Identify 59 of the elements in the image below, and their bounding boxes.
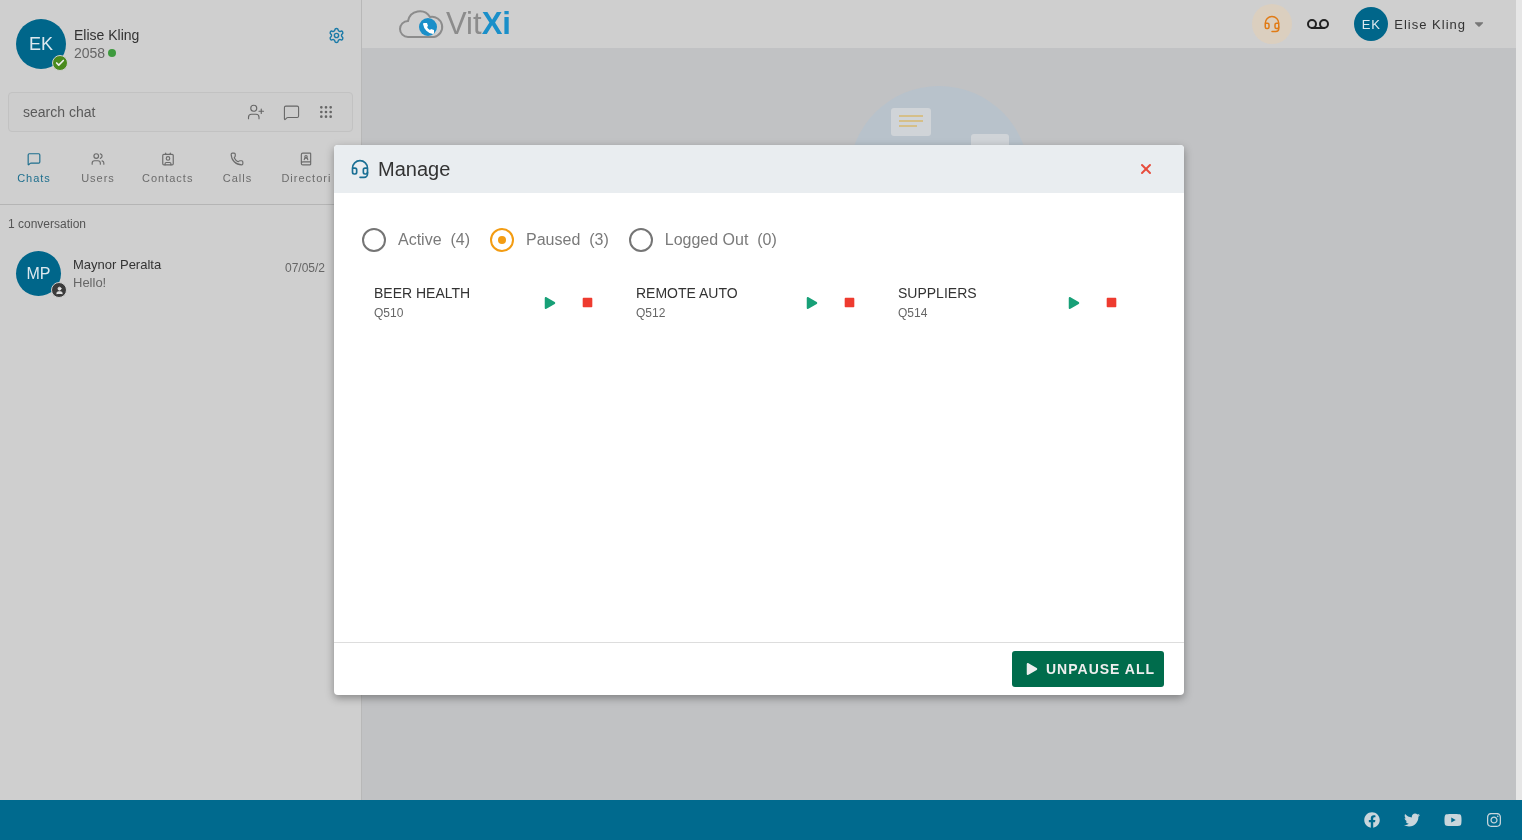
contact-avatar: MP [16, 251, 61, 296]
address-book-icon [299, 152, 314, 166]
nav-tab[interactable]: Users [64, 152, 128, 184]
settings-button[interactable] [328, 27, 345, 44]
contact-card-icon [160, 152, 175, 166]
chat-icon [27, 152, 41, 166]
message-preview: Hello! [73, 275, 108, 290]
dialpad-button[interactable] [318, 104, 334, 120]
headset-icon [350, 159, 370, 179]
user-avatar: EK [16, 19, 66, 69]
nav-tab[interactable]: Chats [0, 152, 64, 184]
user-name: Elise Kling [1394, 16, 1466, 32]
cloud-phone-logo-icon [398, 7, 444, 41]
contact-name: Maynor Peralta [73, 257, 163, 272]
youtube-icon[interactable] [1444, 811, 1462, 829]
user-extension: 2058 [74, 45, 106, 61]
stop-button[interactable] [844, 297, 855, 308]
nav-tab[interactable]: Calls [203, 152, 268, 184]
stop-button[interactable] [1106, 297, 1117, 308]
unpause-all-button[interactable]: UNPAUSE ALL [1012, 651, 1164, 687]
radio-button[interactable] [628, 228, 653, 252]
conversation-item[interactable]: MP Maynor Peralta Hello! 07/05/2 [0, 243, 361, 304]
headset-icon [1263, 15, 1282, 33]
users-icon [91, 152, 105, 166]
new-chat-button[interactable] [283, 103, 300, 121]
user-menu[interactable]: EK Elise Kling [1354, 7, 1486, 41]
play-icon [1026, 663, 1038, 675]
logo-text: VitXi [446, 6, 511, 42]
filter-label: Active (4) [398, 231, 471, 249]
nav-tab[interactable]: Contacts [128, 152, 204, 184]
facebook-icon[interactable] [1364, 812, 1380, 828]
resume-button[interactable] [806, 296, 818, 309]
resume-button[interactable] [544, 296, 556, 309]
radio-button[interactable] [362, 228, 386, 252]
message-date: 07/05/2 [284, 261, 325, 275]
dialog-title: Manage [378, 157, 452, 181]
queue-name: REMOTE AUTO [636, 285, 739, 301]
user-name: Elise Kling [74, 27, 141, 43]
filter-label: Paused (3) [526, 231, 609, 249]
resume-button[interactable] [1068, 296, 1080, 309]
filter-label: Logged Out (0) [664, 231, 777, 249]
phone-icon [230, 152, 245, 166]
search-bar[interactable]: search chat [8, 92, 353, 132]
conversation-count: 1 conversation [7, 216, 88, 233]
user-avatar: EK [1354, 7, 1389, 41]
nav-tab[interactable]: Directori [267, 152, 342, 184]
queue-code: Q514 [898, 306, 929, 320]
instagram-icon[interactable] [1486, 812, 1502, 828]
close-button[interactable] [1138, 161, 1154, 177]
queue-code: Q512 [636, 306, 667, 320]
queue-name: SUPPLIERS [898, 285, 978, 301]
radio-button[interactable] [490, 228, 515, 252]
stop-button[interactable] [582, 297, 593, 308]
search-field[interactable]: search chat [21, 103, 229, 121]
person-badge-icon [51, 282, 67, 298]
queue-code: Q510 [374, 306, 405, 320]
queue-name: BEER HEALTH [374, 285, 472, 301]
twitter-icon[interactable] [1404, 812, 1420, 828]
add-user-button[interactable] [247, 103, 265, 121]
